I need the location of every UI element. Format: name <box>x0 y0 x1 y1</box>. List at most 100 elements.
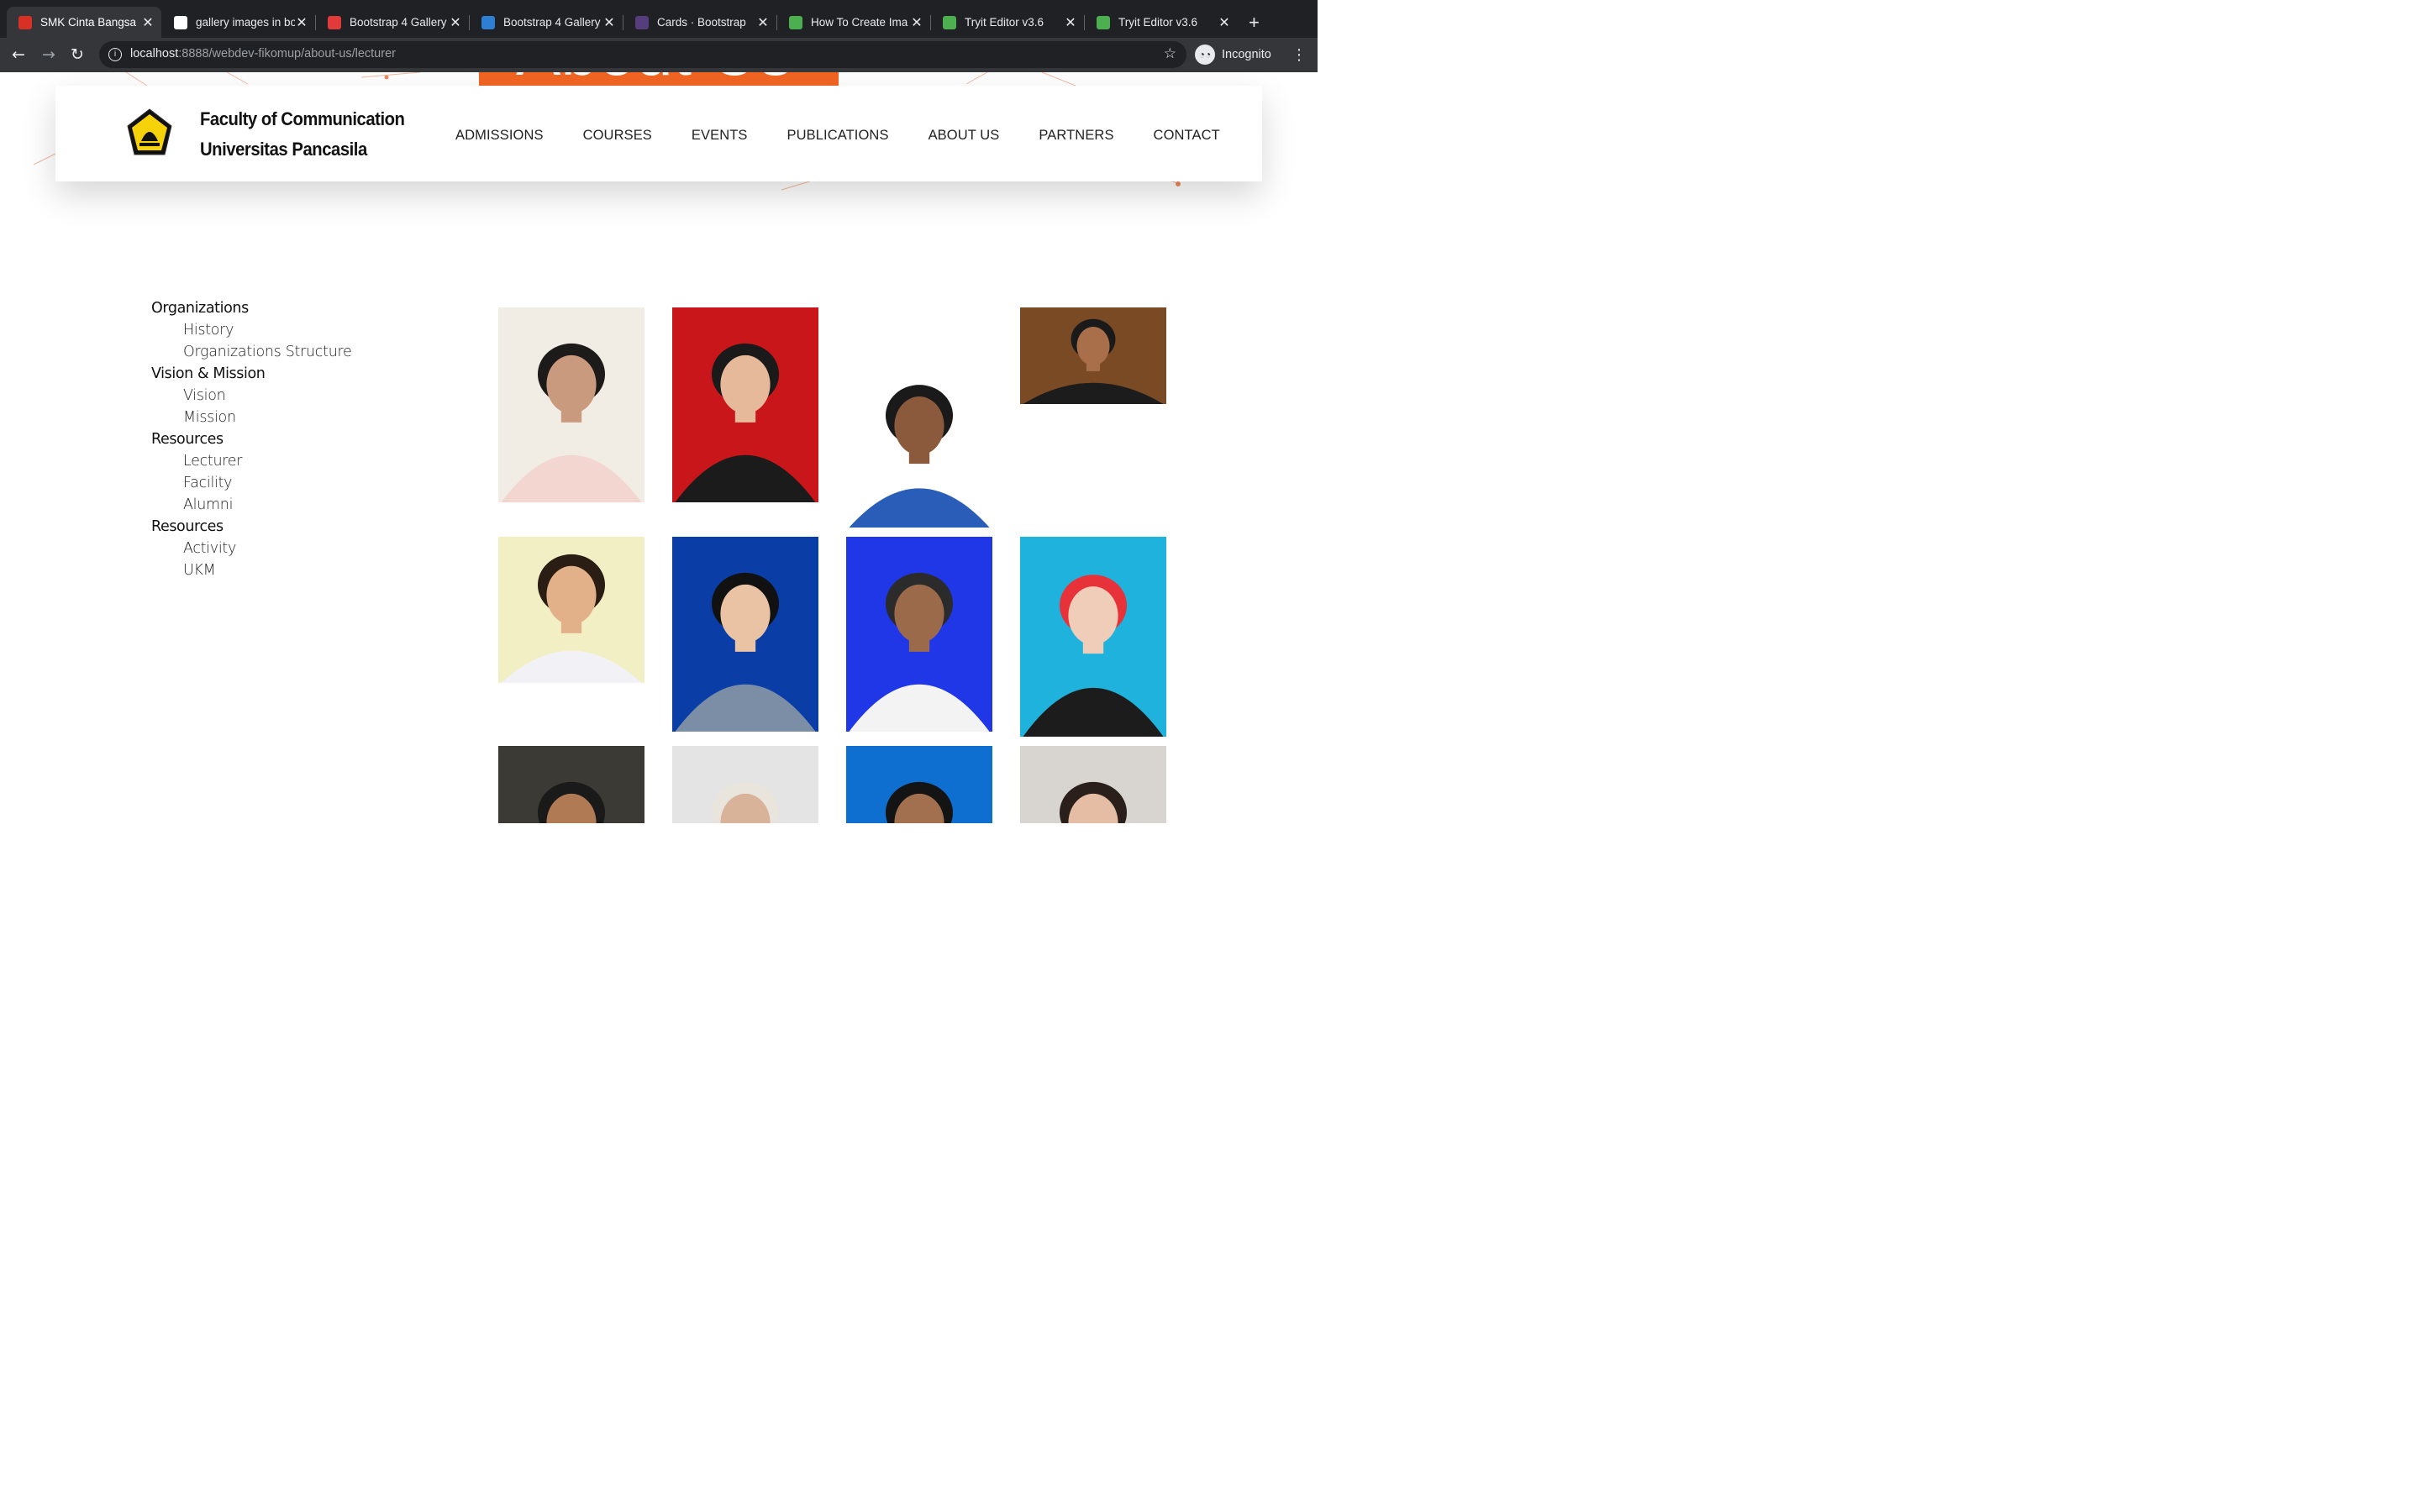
browser-tab-strip: SMK Cinta Bangsa ✕ gallery images in bo ✕ Bo… <box>0 0 1318 38</box>
tab-title: SMK Cinta Bangsa <box>40 16 137 29</box>
url-text[interactable]: localhost:8888/webdev-fikomup/about-us/l… <box>130 47 396 60</box>
face-shape <box>894 584 944 643</box>
url-host: localhost <box>130 47 179 60</box>
sidebar-item[interactable]: Facility <box>151 472 351 494</box>
s-favicon-icon <box>328 15 341 29</box>
tab-title: How To Create Ima <box>811 16 908 29</box>
close-tab-icon[interactable]: ✕ <box>1218 14 1231 31</box>
lecturer-photo[interactable] <box>672 537 818 732</box>
browser-tab[interactable]: gallery images in bo ✕ <box>162 7 316 38</box>
browser-menu-icon[interactable]: ⋮ <box>1292 46 1307 64</box>
sidebar-group-heading[interactable]: Vision & Mission <box>151 363 351 385</box>
browser-toolbar: ← → ↻ i localhost:8888/webdev-fikomup/ab… <box>0 38 1318 72</box>
portrait-image <box>846 746 992 823</box>
sidebar-item[interactable]: Organizations Structure <box>151 341 352 363</box>
address-bar[interactable]: i localhost:8888/webdev-fikomup/about-us… <box>99 41 1186 68</box>
lecturer-photo[interactable] <box>498 537 644 683</box>
close-tab-icon[interactable]: ✕ <box>141 14 155 31</box>
browser-tab[interactable]: Bootstrap 4 Gallery ✕ <box>316 7 470 38</box>
face-shape <box>1076 327 1110 365</box>
w3-favicon-icon <box>943 15 956 29</box>
portrait-image <box>1020 537 1166 737</box>
site-header: Faculty of Communication Universitas Pan… <box>55 86 1262 181</box>
sidebar-item[interactable]: History <box>151 319 351 341</box>
browser-tab[interactable]: Bootstrap 4 Gallery ✕ <box>470 7 623 38</box>
sidebar-item[interactable]: UKM <box>151 559 351 581</box>
lecturer-photo[interactable] <box>1020 307 1166 404</box>
new-tab-button[interactable]: + <box>1249 12 1260 34</box>
nav-link[interactable]: PUBLICATIONS <box>787 128 889 144</box>
w3-favicon-icon <box>789 15 802 29</box>
sidebar-group-heading[interactable]: Resources <box>151 516 351 538</box>
face-shape <box>720 354 771 414</box>
portrait-image <box>498 307 644 502</box>
close-tab-icon[interactable]: ✕ <box>910 14 923 31</box>
lecturer-photo[interactable] <box>846 746 992 823</box>
portrait-image <box>672 746 818 823</box>
tab-title: gallery images in bo <box>196 16 295 29</box>
sidebar-item[interactable]: Vision <box>151 385 351 407</box>
portrait-image <box>672 537 818 732</box>
lecturer-photo[interactable] <box>846 537 992 732</box>
lecturer-photo[interactable] <box>1020 746 1166 823</box>
lecturer-photo[interactable] <box>672 746 818 823</box>
face-shape <box>720 584 771 643</box>
incognito-indicator[interactable]: ◔◔ Incognito <box>1195 42 1271 67</box>
browser-tab[interactable]: How To Create Ima ✕ <box>777 7 931 38</box>
nav-link[interactable]: ADMISSIONS <box>455 128 544 144</box>
lecturer-photo[interactable] <box>672 307 818 502</box>
browser-tab[interactable]: SMK Cinta Bangsa ✕ <box>7 7 161 38</box>
portrait-image <box>672 307 818 502</box>
nav-link[interactable]: PARTNERS <box>1039 128 1113 144</box>
reload-icon[interactable]: ↻ <box>71 45 84 64</box>
sidebar-item[interactable]: Alumni <box>151 494 351 516</box>
flag-favicon-icon <box>18 15 32 29</box>
lecturer-photo[interactable] <box>498 746 644 823</box>
nav-link[interactable]: CONTACT <box>1154 128 1220 144</box>
tab-title: Bootstrap 4 Gallery <box>350 16 447 29</box>
close-tab-icon[interactable]: ✕ <box>756 14 770 31</box>
nav-link[interactable]: EVENTS <box>692 128 748 144</box>
incognito-icon: ◔◔ <box>1195 45 1215 65</box>
sidebar-group-heading[interactable]: Organizations <box>151 297 351 319</box>
portrait-image <box>846 359 992 528</box>
sidebar-item[interactable]: Lecturer <box>151 450 351 472</box>
back-arrow-icon[interactable]: ← <box>12 45 25 64</box>
forward-arrow-icon[interactable]: → <box>42 45 55 64</box>
sidebar-item[interactable]: Activity <box>151 538 351 559</box>
sidebar-group-heading[interactable]: Resources <box>151 428 351 450</box>
bookmark-star-icon[interactable]: ☆ <box>1164 45 1176 62</box>
close-tab-icon[interactable]: ✕ <box>295 14 308 31</box>
code-favicon-icon <box>481 15 495 29</box>
brand-line-2: Universitas Pancasila <box>200 139 367 160</box>
portrait-image <box>846 537 992 732</box>
site-info-icon[interactable]: i <box>108 48 122 61</box>
lecturer-photo[interactable] <box>498 307 644 502</box>
url-path: :8888/webdev-fikomup/about-us/lecturer <box>178 47 396 60</box>
sidebar-menu: Organizations History Organizations Struct… <box>151 297 352 581</box>
portrait-image <box>1020 307 1166 404</box>
w3-favicon-icon <box>1097 15 1110 29</box>
close-tab-icon[interactable]: ✕ <box>1064 14 1077 31</box>
sidebar-item[interactable]: Mission <box>151 407 351 428</box>
portrait-image <box>498 746 644 823</box>
google-favicon-icon <box>174 15 187 29</box>
tab-title: Tryit Editor v3.6 <box>1118 16 1198 29</box>
bootstrap-favicon-icon <box>635 15 649 29</box>
university-logo[interactable] <box>124 108 175 158</box>
lecturer-photo[interactable] <box>1020 537 1166 737</box>
tab-title: Tryit Editor v3.6 <box>965 16 1044 29</box>
browser-tab[interactable]: Tryit Editor v3.6 ✕ <box>1085 7 1238 38</box>
nav-link[interactable]: ABOUT US <box>929 128 1000 144</box>
browser-tab[interactable]: Tryit Editor v3.6 ✕ <box>931 7 1085 38</box>
main-navigation: ADMISSIONS COURSES EVENTS PUBLICATIONS ABOUT… <box>455 128 1260 144</box>
lecturer-photo[interactable] <box>846 359 992 528</box>
portrait-image <box>1020 746 1166 823</box>
close-tab-icon[interactable]: ✕ <box>602 14 616 31</box>
browser-tab[interactable]: Cards · Bootstrap ✕ <box>623 7 777 38</box>
tab-title: Cards · Bootstrap <box>657 16 746 29</box>
close-tab-icon[interactable]: ✕ <box>449 14 462 31</box>
nav-link[interactable]: COURSES <box>583 128 652 144</box>
face-shape <box>546 354 597 414</box>
brand-name[interactable]: Faculty of Communication Universitas Pan… <box>200 104 405 165</box>
